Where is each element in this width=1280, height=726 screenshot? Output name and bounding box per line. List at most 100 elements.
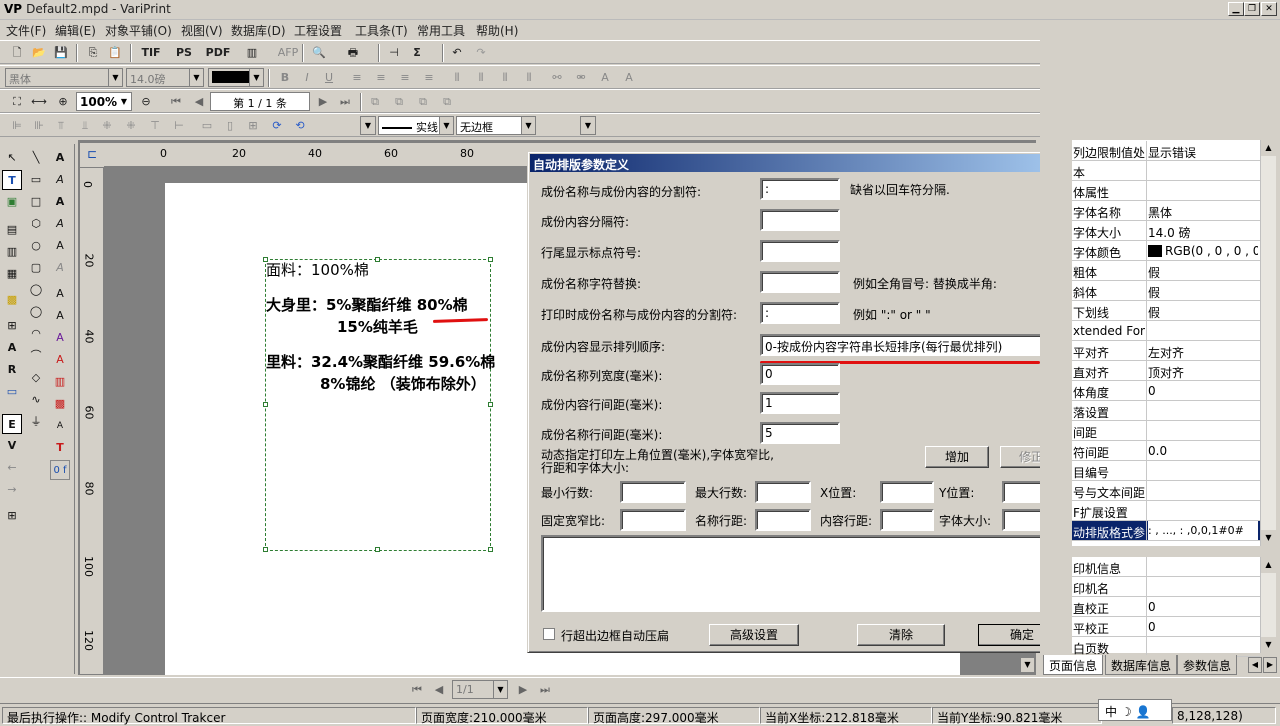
property-row[interactable]: xtended Font St <box>1072 321 1260 341</box>
minimize-button[interactable]: ▁ <box>1228 2 1244 16</box>
fit-width-icon[interactable]: ⟷ <box>30 93 48 111</box>
font-a1-icon[interactable]: A <box>50 148 70 168</box>
prev-record-icon[interactable]: ◀ <box>190 93 208 111</box>
printer-property-row[interactable]: 印机信息 <box>1072 557 1260 577</box>
rounded-rect-tool-icon[interactable]: ▢ <box>26 258 46 278</box>
property-value[interactable]: 顶对齐 <box>1148 364 1258 380</box>
x-pos-input[interactable] <box>880 481 934 503</box>
image-tool-icon[interactable]: ▣ <box>2 192 22 212</box>
property-value[interactable]: 假 <box>1148 304 1258 320</box>
menu-file[interactable]: 文件(F) <box>6 22 46 39</box>
data-tool-icon[interactable]: ▭ <box>2 382 22 402</box>
resize-handle[interactable] <box>375 257 380 262</box>
open-icon[interactable]: 📂 <box>30 44 48 62</box>
min-rows-input[interactable] <box>620 481 686 503</box>
underline-icon[interactable]: U <box>320 69 338 87</box>
line-style-combo[interactable]: 实线 ▼ <box>378 116 454 135</box>
ellipse-tool-icon[interactable]: ○ <box>26 236 46 256</box>
ime-bar[interactable]: 中 ☽ 👤 <box>1098 699 1172 721</box>
scroll-down-icon[interactable]: ▼ <box>1261 530 1276 546</box>
property-value[interactable]: : , ..., : ,0,0,1#0# <box>1148 521 1258 540</box>
property-row[interactable]: 落设置 <box>1072 401 1260 421</box>
align-right-icon[interactable]: ≡ <box>396 69 414 87</box>
barcode-tool-icon[interactable]: ▥ <box>2 242 22 262</box>
distribute2-icon[interactable]: ⁜ <box>122 117 140 135</box>
name-line-gap-input[interactable]: 5 <box>760 422 840 444</box>
max-rows-input[interactable] <box>755 481 811 503</box>
text-format-icon[interactable]: A <box>596 69 614 87</box>
align1-icon[interactable]: ⊫ <box>8 117 26 135</box>
sort-order-select[interactable]: 0-按成份内容字符串长短排序(每行最优排列)▼ <box>760 334 1066 356</box>
color-combo[interactable]: ▼ <box>208 68 264 87</box>
zoom-out-icon[interactable]: ⊖ <box>137 93 155 111</box>
user-icon[interactable]: 👤 <box>1135 705 1150 719</box>
text-style-icon[interactable]: A <box>620 69 638 87</box>
paste-icon[interactable]: 📋 <box>106 44 124 62</box>
font-a3-icon[interactable]: A <box>50 192 70 212</box>
menu-common-tools[interactable]: 常用工具 <box>417 22 465 39</box>
v-tool-icon[interactable]: V <box>2 436 22 456</box>
font-a8-icon[interactable]: A <box>50 306 70 326</box>
table-tool-icon[interactable]: ▤ <box>2 220 22 240</box>
align-center-icon[interactable]: ≡ <box>372 69 390 87</box>
property-row[interactable]: 间距 <box>1072 421 1260 441</box>
grid-tool-icon[interactable]: ▦ <box>2 264 22 284</box>
scroll-up-icon[interactable]: ▲ <box>1261 557 1276 573</box>
property-row[interactable]: 体角度 0 <box>1072 381 1260 401</box>
first-record-icon[interactable]: ⏮ <box>167 93 185 111</box>
diamond-tool-icon[interactable]: ◇ <box>26 368 46 388</box>
property-row[interactable]: 直对齐 顶对齐 <box>1072 361 1260 381</box>
printer-property-row[interactable]: 直校正 0 <box>1072 597 1260 617</box>
redo-icon[interactable]: ↷ <box>472 44 490 62</box>
font-a10-icon[interactable]: A <box>50 350 70 370</box>
property-scrollbar[interactable]: ▲ ▼ <box>1260 140 1276 546</box>
content-gap-input[interactable] <box>880 509 934 531</box>
prev-page-icon[interactable]: ◀ <box>430 681 448 699</box>
menu-view[interactable]: 视图(V) <box>181 22 223 39</box>
auto-text-tool-icon[interactable]: A <box>2 338 22 358</box>
frame-tool-icon[interactable]: ⊞ <box>2 316 22 336</box>
font-a5-icon[interactable]: A <box>50 236 70 256</box>
spacing2-icon[interactable]: ⦀ <box>472 69 490 87</box>
resize-handle[interactable] <box>488 257 493 262</box>
menu-toolbar[interactable]: 工具条(T) <box>355 22 408 39</box>
rotate-cw-icon[interactable]: ⟳ <box>268 117 286 135</box>
wave-tool-icon[interactable]: ∿ <box>26 390 46 410</box>
zoom-combo[interactable]: 100% ▼ <box>76 92 132 111</box>
first-page-icon[interactable]: ⏮ <box>408 681 426 699</box>
next-record-icon[interactable]: ▶ <box>314 93 332 111</box>
resize-handle[interactable] <box>263 547 268 552</box>
tab-next-icon[interactable]: ▶ <box>1263 657 1277 673</box>
align2-icon[interactable]: ⊪ <box>30 117 48 135</box>
advanced-settings-button[interactable]: 高级设置 <box>709 624 799 646</box>
border-combo[interactable]: 无边框 ▼ <box>456 116 536 135</box>
property-row[interactable]: 符间距 0.0 <box>1072 441 1260 461</box>
property-row[interactable]: 平对齐 左对齐 <box>1072 341 1260 361</box>
align-left-icon[interactable]: ≡ <box>348 69 366 87</box>
add-button[interactable]: 增加 <box>925 446 989 468</box>
property-row[interactable]: 下划线 假 <box>1072 301 1260 321</box>
align3-icon[interactable]: ⫪ <box>52 117 70 135</box>
export-ps-button[interactable]: PS <box>170 44 198 62</box>
printer-scrollbar[interactable]: ▲ ▼ <box>1260 557 1276 653</box>
ime-mode[interactable]: 中 <box>1105 705 1117 719</box>
export-pdf-button[interactable]: PDF <box>203 44 233 62</box>
fit-page-icon[interactable]: ⛶ <box>8 93 26 111</box>
polygon-tool-icon[interactable]: ⬡ <box>26 214 46 234</box>
distribute4-icon[interactable]: ⊢ <box>170 117 188 135</box>
barcode-icon[interactable]: ▥ <box>243 44 261 62</box>
property-row[interactable]: 目编号 <box>1072 461 1260 481</box>
arc-tool-icon[interactable]: ◠ <box>26 324 46 344</box>
size3-icon[interactable]: ⊞ <box>244 117 262 135</box>
line-style-dropdown-arrow[interactable]: ▼ <box>360 116 376 135</box>
sep-name-content-input[interactable]: : <box>760 178 840 200</box>
tab-prev-icon[interactable]: ◀ <box>1248 657 1262 673</box>
arc2-tool-icon[interactable]: ⌒ <box>26 346 46 366</box>
italic-icon[interactable]: I <box>298 69 316 87</box>
content-line-gap-input[interactable]: 1 <box>760 392 840 414</box>
printer-property-row[interactable]: 白页数 <box>1072 637 1260 657</box>
layer1-icon[interactable]: ⧉ <box>366 93 384 111</box>
property-value[interactable]: 0.0 <box>1148 444 1258 458</box>
name-col-width-input[interactable]: 0 <box>760 363 840 385</box>
font-a7-icon[interactable]: A <box>50 284 70 304</box>
